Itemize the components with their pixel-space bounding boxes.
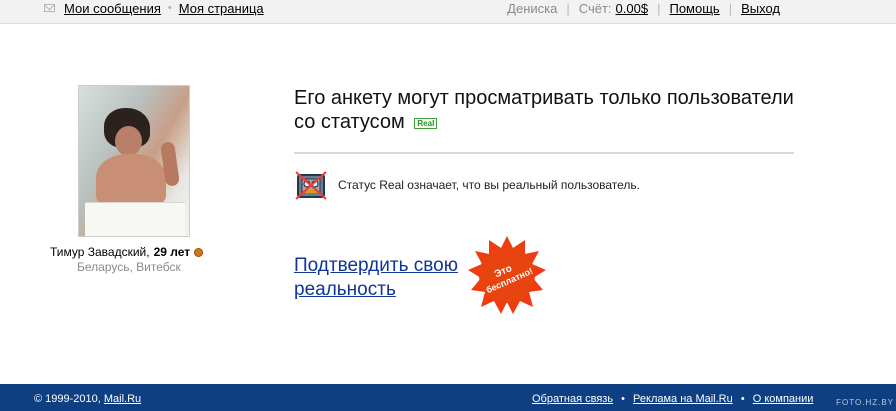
profile-name: Тимур Завадский,: [50, 245, 150, 259]
feedback-link[interactable]: Обратная связь: [532, 393, 613, 405]
copyright-text: © 1999-2010,: [34, 393, 101, 405]
my-page-link[interactable]: Моя страница: [179, 1, 264, 16]
nav-separator: |: [657, 0, 661, 16]
top-navigation-bar: Мои сообщения • Моя страница Дениска | С…: [0, 0, 896, 24]
current-username: Дениска: [507, 0, 558, 16]
profile-name-line: Тимур Завадский, 29 лет: [50, 245, 204, 259]
profile-age: 29 лет: [153, 245, 191, 259]
my-messages-link[interactable]: Мои сообщения: [64, 1, 161, 16]
photo-body-shape: [96, 154, 166, 206]
photo-towel-shape: [85, 202, 185, 236]
nav-separator-dot: •: [167, 2, 172, 14]
status-icon-small: [194, 247, 204, 257]
footer-bullet: •: [621, 393, 625, 405]
help-link[interactable]: Помощь: [669, 1, 719, 16]
robot-status-icon: [295, 171, 327, 200]
mail-ru-link[interactable]: Mail.Ru: [104, 393, 141, 405]
advertising-link[interactable]: Реклама на Mail.Ru: [633, 393, 733, 405]
logout-link[interactable]: Выход: [741, 1, 780, 16]
real-status-description: Статус Real означает, что вы реальный по…: [338, 178, 640, 192]
access-message-text: Его анкету могут просматривать только по…: [294, 87, 794, 133]
account-balance-link[interactable]: 0.00$: [616, 1, 649, 16]
photo-watermark: FOTO.HZ.BY: [836, 398, 894, 407]
photo-face-shape: [115, 126, 142, 156]
content-divider: [294, 152, 794, 154]
free-seal-badge: Это бесплатно!: [468, 236, 546, 314]
footer-bullet: •: [740, 393, 745, 405]
footer-copyright: © 1999-2010, Mail.Ru: [34, 393, 141, 405]
account-balance-label: Счёт:: [578, 0, 612, 16]
about-company-link[interactable]: О компании: [753, 393, 814, 405]
top-account-links: Дениска | Счёт: 0.00$ | Помощь | Выход: [507, 0, 780, 16]
access-message: Его анкету могут просматривать только по…: [294, 86, 804, 134]
profile-location: Беларусь, Витебск: [77, 260, 181, 274]
profile-photo: [78, 85, 190, 237]
mail-icon: [44, 4, 55, 12]
nav-separator: |: [728, 0, 733, 16]
confirm-reality-link[interactable]: Подтвердить свою реальность: [294, 254, 469, 302]
footer-links: Обратная связь • Реклама на Mail.Ru • О …: [532, 393, 813, 405]
nav-separator: |: [566, 0, 570, 16]
top-left-links: Мои сообщения • Моя страница: [44, 0, 264, 16]
real-status-badge: Real: [414, 118, 438, 129]
footer: © 1999-2010, Mail.Ru Обратная связь • Ре…: [0, 384, 896, 411]
